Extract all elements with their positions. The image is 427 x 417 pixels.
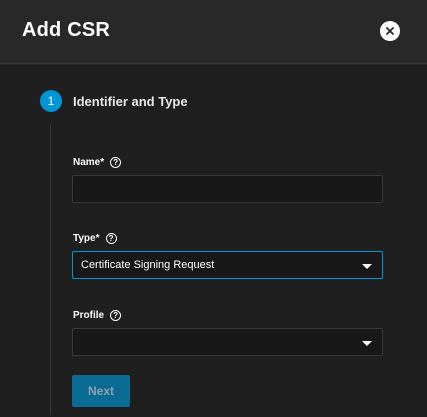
type-label-row: Type* ?	[73, 233, 117, 244]
name-label: Name*	[73, 157, 105, 168]
name-input[interactable]	[72, 175, 383, 203]
dialog-header: Add CSR	[0, 0, 427, 64]
step-rail	[50, 125, 51, 415]
next-button[interactable]: Next	[72, 375, 130, 407]
step-number-badge: 1	[40, 90, 62, 112]
stepper-body: 1 Identifier and Type Name* ? Type* ? Ce…	[0, 65, 427, 417]
help-icon[interactable]: ?	[105, 233, 117, 244]
chevron-down-icon	[362, 264, 372, 269]
profile-label-row: Profile ?	[73, 310, 122, 321]
chevron-down-icon	[362, 341, 372, 346]
close-icon[interactable]	[380, 21, 400, 41]
type-select[interactable]: Certificate Signing Request	[72, 251, 383, 279]
dialog-title: Add CSR	[22, 19, 111, 41]
help-icon[interactable]: ?	[110, 310, 122, 321]
profile-select[interactable]	[72, 328, 383, 356]
profile-label: Profile	[73, 310, 105, 321]
name-label-row: Name* ?	[73, 157, 122, 168]
help-icon[interactable]: ?	[110, 157, 122, 168]
add-csr-dialog: Add CSR 1 Identifier and Type Name* ? Ty…	[0, 0, 427, 417]
step-title: Identifier and Type	[73, 94, 188, 109]
type-select-value: Certificate Signing Request	[81, 259, 215, 271]
type-label: Type*	[73, 233, 100, 244]
